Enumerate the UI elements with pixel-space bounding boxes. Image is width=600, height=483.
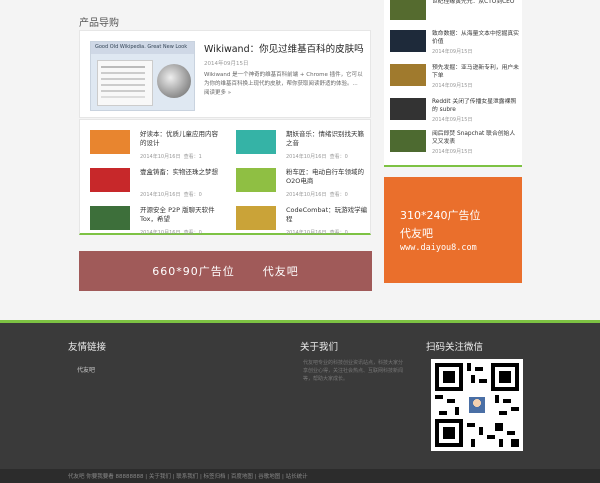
grid-item-thumbnail[interactable] [90, 130, 130, 154]
sidebar-item[interactable]: 世纪佳缘黄先元：从CTO到CEO [390, 0, 520, 30]
grid-item[interactable]: 期妖音乐：情绪识别找天籁之音 2014年10月16日 查看：0 [226, 126, 366, 160]
ad-banner-310[interactable]: 310*240广告位 代友吧 www.daiyou8.com [384, 177, 522, 283]
ad-brand-label: 代友吧 [262, 265, 299, 278]
sidebar-item[interactable]: 预先发掘：亚马逊新专利，用户未下单 2014年09月15日 [390, 64, 520, 96]
grid-item-meta: 2014年10月16日 查看：0 [286, 192, 348, 198]
ad-brand-label: 代友吧 [400, 227, 433, 240]
thumb-lines [101, 66, 145, 68]
sidebar-item-title[interactable]: 阅后即焚 Snapchat 联合创始人又又发表 [432, 130, 520, 146]
featured-description: Wikiwand 是一个神奇的维基百科前端 + Chrome 插件，它可以为你的… [204, 72, 363, 96]
grid-item-thumbnail[interactable] [236, 130, 276, 154]
sidebar-list: 世纪佳缘黄先元：从CTO到CEO 致命数据：从海量文本中挖掘真实价值 2014年09… [384, 0, 522, 167]
sidebar-item-date: 2014年09月15日 [432, 149, 473, 155]
grid-item[interactable]: 壹盒铸畜：实物还珠之梦想 2014年10月16日 查看：0 [80, 164, 220, 198]
friend-link[interactable]: 代友吧 [77, 365, 95, 374]
grid-item-title[interactable]: 粉车匠：电动自行车领域的O2O电商 [286, 168, 370, 186]
qr-code-icon [435, 363, 519, 447]
grid-item-meta: 2014年10月16日 查看：0 [140, 192, 202, 198]
thumb-caption: Good Old Wikipedia. Great New Look [95, 44, 188, 50]
friend-links-title: 友情链接 [68, 342, 107, 353]
grid-item-title[interactable]: 期妖音乐：情绪识别找天籁之音 [286, 130, 370, 148]
grid-item-thumbnail[interactable] [90, 168, 130, 192]
featured-thumbnail[interactable]: Good Old Wikipedia. Great New Look [90, 41, 195, 111]
sidebar-item-thumbnail[interactable] [390, 64, 426, 86]
grid-item-title[interactable]: 开源安全 P2P 版聊天软件 Tox，希望 [140, 206, 224, 224]
ad-size-label: 660*90广告位 [152, 265, 235, 278]
grid-item-meta: 2014年10月16日 查看：0 [286, 230, 348, 236]
grid-item-thumbnail[interactable] [236, 168, 276, 192]
grid-item-thumbnail[interactable] [90, 206, 130, 230]
sidebar-item-thumbnail[interactable] [390, 98, 426, 120]
article-grid: 好读本：优质儿童应用内容的设计 2014年10月16日 查看：1 期妖音乐：情绪识别… [79, 119, 371, 236]
grid-item-meta: 2014年10月16日 查看：1 [140, 154, 202, 160]
grid-item-thumbnail[interactable] [236, 206, 276, 230]
ad-size-label: 310*240广告位 [400, 209, 481, 222]
sidebar-item-thumbnail[interactable] [390, 30, 426, 52]
ad-banner-660[interactable]: 660*90广告位 代友吧 [79, 251, 372, 291]
grid-item-title[interactable]: CodeCombat：玩游戏学编程 [286, 206, 370, 224]
sidebar-item-thumbnail[interactable] [390, 130, 426, 152]
grid-item[interactable]: 开源安全 P2P 版聊天软件 Tox，希望 2014年10月16日 查看：0 [80, 202, 220, 236]
about-title: 关于我们 [300, 342, 339, 353]
featured-date: 2014年09月15日 [204, 61, 249, 67]
sidebar-item-title[interactable]: Reddit 关闭了传播女星泄露裸照的 subre [432, 98, 520, 114]
grid-item-meta: 2014年10月16日 查看：0 [140, 230, 202, 236]
about-text: 代友吧专业的科技创业资讯站点，科技大家分享创业心得，关注社会热点、互联网科技新闻… [303, 360, 404, 382]
sidebar-item[interactable]: 阅后即焚 Snapchat 联合创始人又又发表 2014年09月15日 [390, 130, 520, 162]
grid-item-title[interactable]: 好读本：优质儿童应用内容的设计 [140, 130, 224, 148]
copyright-bar: 代友吧 你要我要看 88888888 | 关于我们 | 联系我们 | 标签归档 … [0, 469, 600, 483]
grid-item-title[interactable]: 壹盒铸畜：实物还珠之梦想 [140, 168, 224, 177]
footer: 友情链接 代友吧 关于我们 代友吧专业的科技创业资讯站点，科技大家分享创业心得，… [0, 323, 600, 469]
sidebar-item-title[interactable]: 预先发掘：亚马逊新专利，用户未下单 [432, 64, 520, 80]
grid-item-meta: 2014年10月16日 查看：0 [286, 154, 348, 160]
wechat-qr-code [431, 359, 523, 451]
ad-url-label: www.daiyou8.com [400, 243, 477, 253]
sidebar-item[interactable]: Reddit 关闭了传播女星泄露裸照的 subre 2014年09月15日 [390, 98, 520, 130]
globe-icon [157, 64, 191, 98]
sidebar-item-thumbnail[interactable] [390, 0, 426, 20]
featured-article[interactable]: Good Old Wikipedia. Great New Look Wikiw… [79, 30, 371, 118]
sidebar-item[interactable]: 致命数据：从海量文本中挖掘真实价值 2014年09月15日 [390, 30, 520, 62]
sidebar-item-date: 2014年09月15日 [432, 117, 473, 123]
grid-item[interactable]: 粉车匠：电动自行车领域的O2O电商 2014年10月16日 查看：0 [226, 164, 366, 198]
featured-title[interactable]: Wikiwand：你见过维基百科的皮肤吗 [204, 41, 364, 55]
sidebar-item-date: 2014年09月15日 [432, 49, 473, 55]
sidebar-item-title[interactable]: 世纪佳缘黄先元：从CTO到CEO [432, 0, 520, 6]
sidebar-item-title[interactable]: 致命数据：从海量文本中挖掘真实价值 [432, 30, 520, 46]
sidebar-item-date: 2014年09月15日 [432, 83, 473, 89]
grid-item[interactable]: CodeCombat：玩游戏学编程 2014年10月16日 查看：0 [226, 202, 367, 236]
wechat-title: 扫码关注微信 [426, 342, 484, 353]
copyright-text: 代友吧 你要我要看 88888888 | 关于我们 | 联系我们 | 标签归档 … [68, 474, 308, 480]
grid-item[interactable]: 好读本：优质儿童应用内容的设计 2014年10月16日 查看：1 [80, 126, 220, 160]
section-title: 产品导购 [79, 18, 119, 29]
